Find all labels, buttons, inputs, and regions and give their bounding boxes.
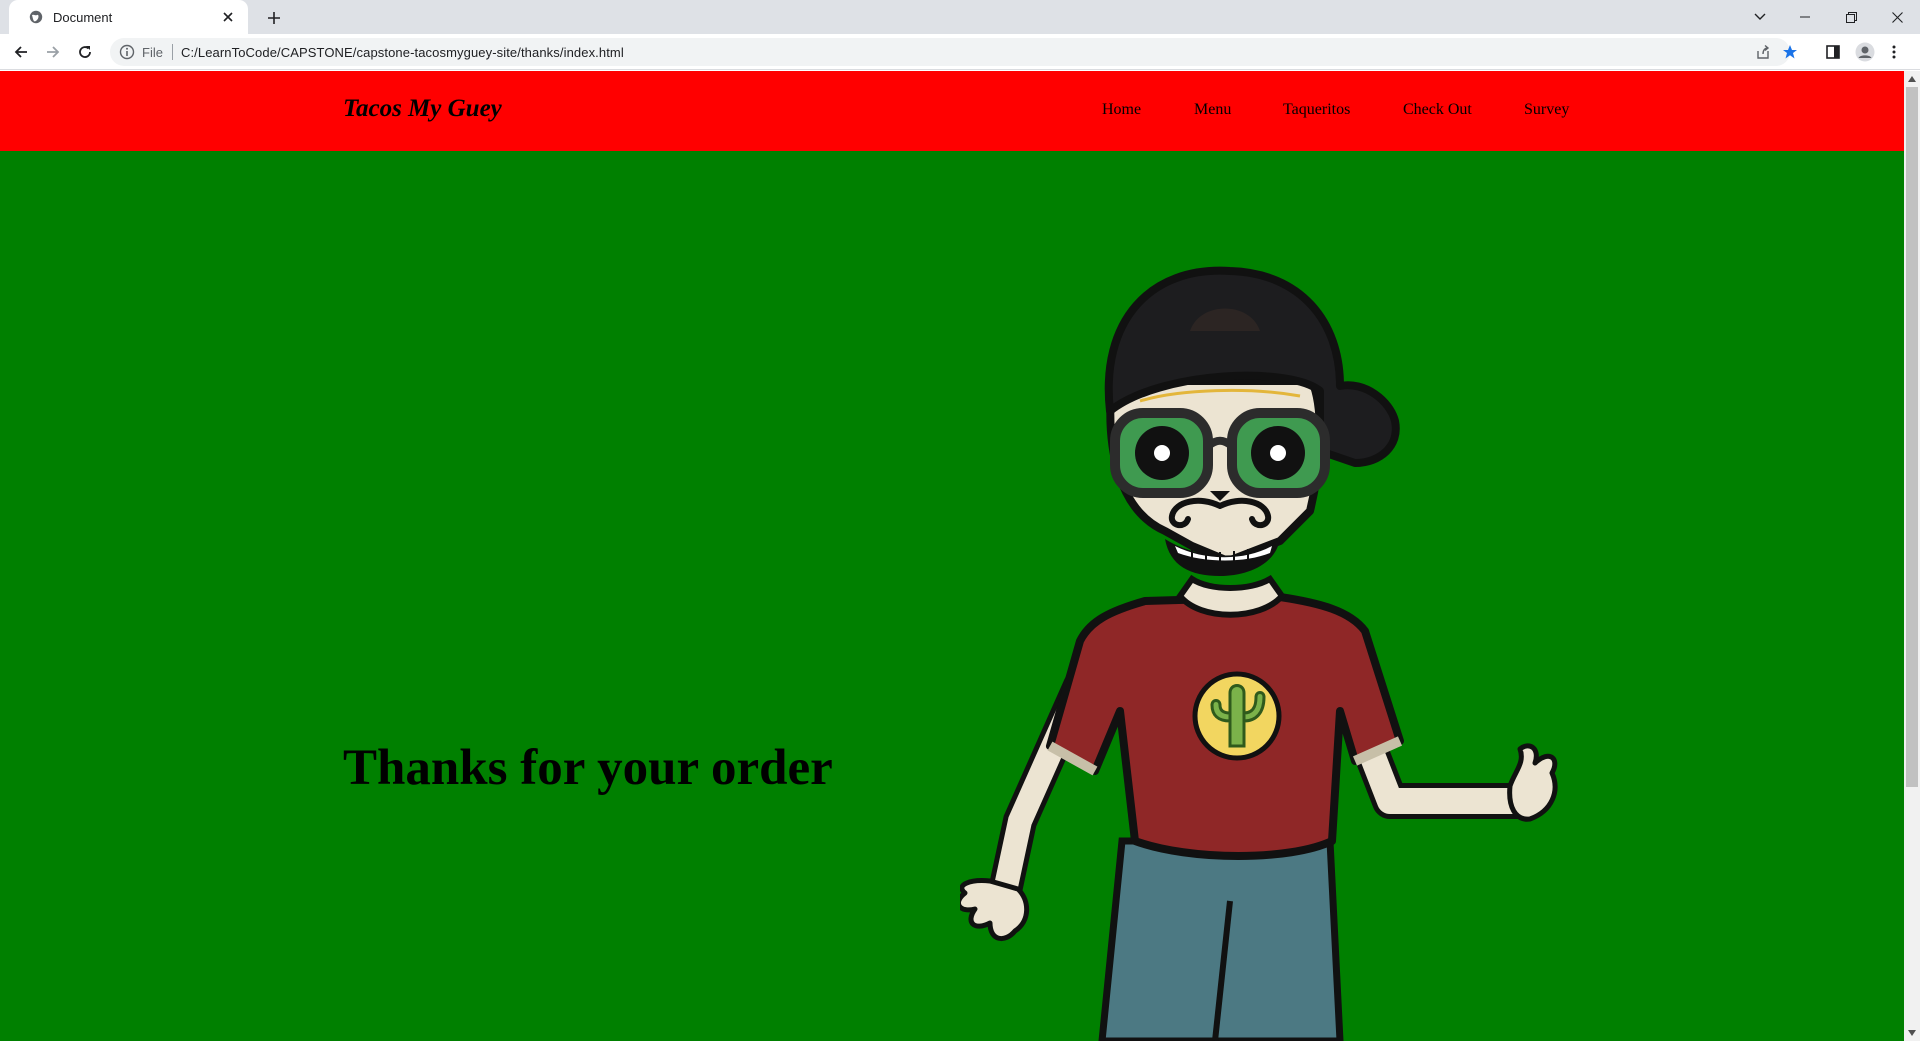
- page-viewport: Tacos My Guey Home Menu Taqueritos Check…: [0, 71, 1904, 1041]
- nav-link-home[interactable]: Home: [1102, 101, 1141, 119]
- address-url[interactable]: C:/LearnToCode/CAPSTONE/capstone-tacosmy…: [181, 45, 624, 60]
- restore-icon: [1845, 11, 1857, 23]
- scroll-down-arrow[interactable]: [1904, 1025, 1920, 1041]
- browser-toolbar: File C:/LearnToCode/CAPSTONE/capstone-ta…: [0, 34, 1920, 70]
- share-icon[interactable]: [1750, 38, 1776, 66]
- reload-button[interactable]: [72, 39, 98, 65]
- more-vert-icon: [1892, 45, 1896, 59]
- skeleton-mascot-image: [960, 266, 1558, 1041]
- arrow-left-icon: [14, 46, 27, 58]
- scroll-up-arrow[interactable]: [1904, 71, 1920, 87]
- profile-button[interactable]: [1852, 39, 1878, 65]
- menu-button[interactable]: [1884, 39, 1904, 65]
- nav-link-menu[interactable]: Menu: [1194, 101, 1231, 119]
- scroll-thumb[interactable]: [1906, 87, 1918, 787]
- arrow-right-icon: [47, 46, 60, 58]
- hero-section: [0, 151, 1904, 1041]
- minimize-button[interactable]: [1782, 0, 1828, 34]
- new-tab-button[interactable]: [262, 6, 286, 30]
- nav-link-taqueritos[interactable]: Taqueritos: [1283, 101, 1350, 119]
- minimize-icon: [1800, 16, 1810, 18]
- close-window-button[interactable]: [1874, 0, 1920, 34]
- browser-window: Document File C:/LearnToCode/CAPSTONE/ca…: [0, 0, 1920, 1041]
- tab-strip: Document: [0, 0, 1920, 34]
- side-panel-button[interactable]: [1820, 39, 1846, 65]
- address-divider: [171, 44, 173, 60]
- close-icon: [1891, 11, 1903, 23]
- site-nav: Home Menu Taqueritos Check Out Survey: [0, 71, 1904, 151]
- nav-link-check-out[interactable]: Check Out: [1403, 101, 1472, 119]
- tab-search-button[interactable]: [1737, 0, 1783, 34]
- reload-icon: [79, 46, 91, 58]
- page-scrollbar[interactable]: [1904, 71, 1920, 1041]
- site-header: Tacos My Guey Home Menu Taqueritos Check…: [0, 71, 1904, 151]
- address-bar[interactable]: File C:/LearnToCode/CAPSTONE/capstone-ta…: [110, 38, 1797, 66]
- plus-icon: [268, 12, 280, 24]
- bookmark-star-icon[interactable]: [1777, 38, 1803, 66]
- side-panel-icon: [1826, 45, 1840, 59]
- info-icon[interactable]: [119, 44, 135, 60]
- close-tab-icon[interactable]: [218, 7, 238, 27]
- nav-link-survey[interactable]: Survey: [1524, 101, 1569, 119]
- forward-button[interactable]: [40, 39, 66, 65]
- restore-button[interactable]: [1828, 0, 1874, 34]
- avatar-icon: [1855, 42, 1875, 62]
- tab-title: Document: [53, 9, 113, 25]
- back-button[interactable]: [8, 39, 34, 65]
- browser-tab[interactable]: Document: [9, 0, 248, 34]
- page-title: Thanks for your order: [343, 740, 833, 796]
- address-scheme: File: [142, 44, 163, 60]
- globe-icon: [29, 10, 43, 24]
- chevron-down-icon: [1754, 13, 1766, 20]
